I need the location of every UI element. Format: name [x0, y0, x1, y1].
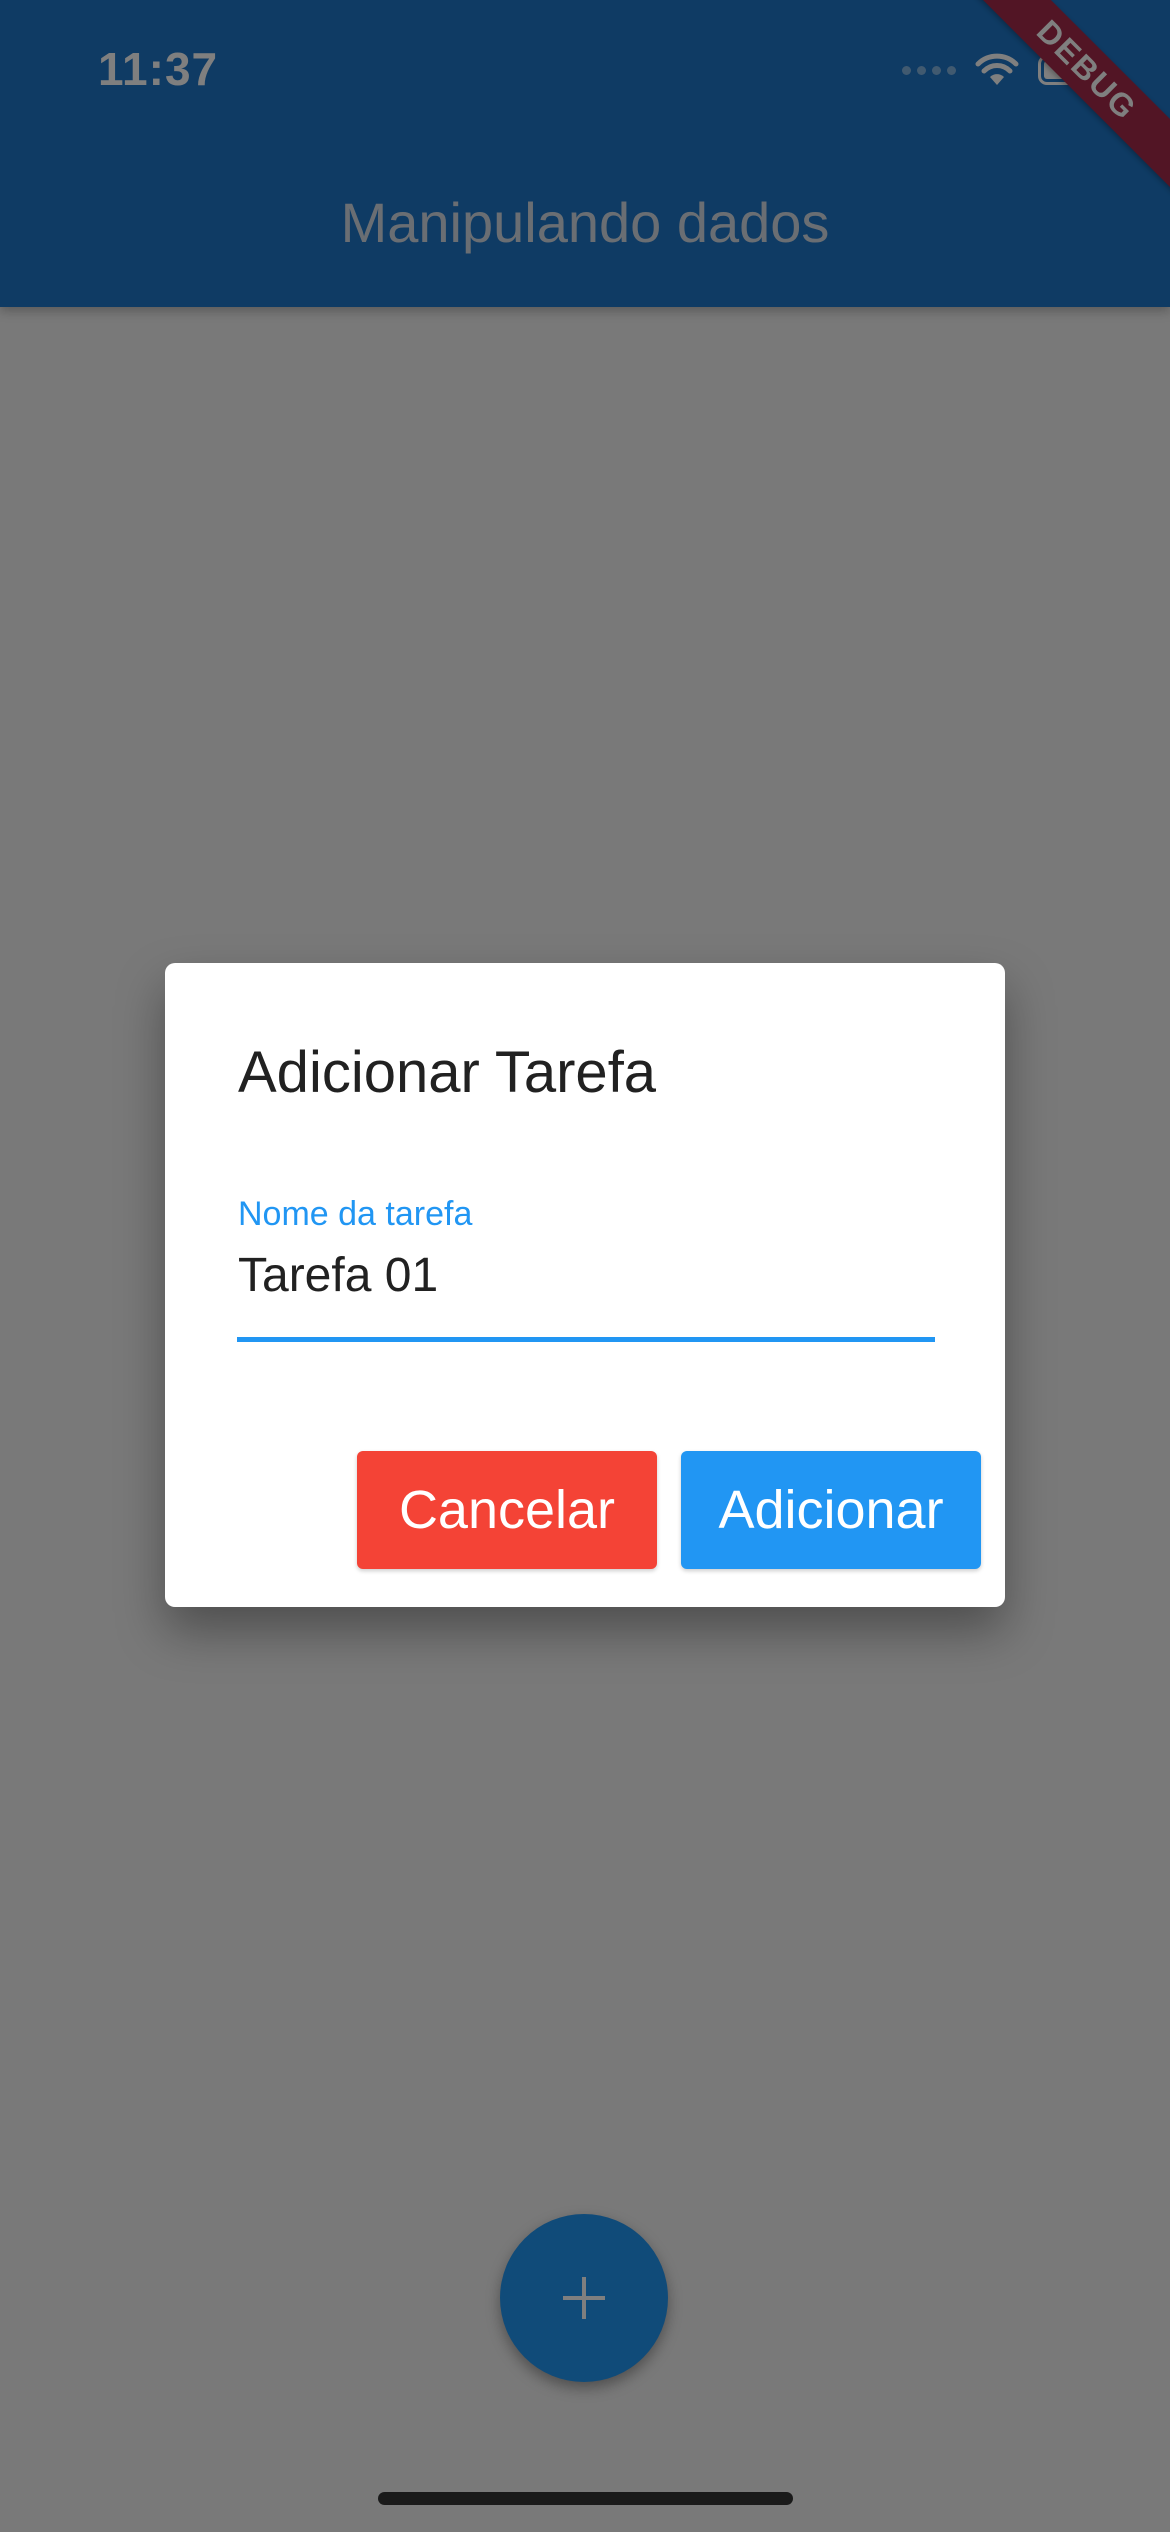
add-task-dialog: Adicionar Tarefa Nome da tarefa Cancelar… — [165, 963, 1005, 1607]
add-button[interactable]: Adicionar — [681, 1451, 981, 1569]
task-name-label: Nome da tarefa — [238, 1195, 473, 1233]
task-name-input[interactable] — [238, 1245, 934, 1305]
task-name-underline — [237, 1337, 935, 1342]
cancel-button[interactable]: Cancelar — [357, 1451, 657, 1569]
dialog-title: Adicionar Tarefa — [238, 1040, 657, 1105]
home-indicator — [378, 2492, 793, 2505]
app-screen: 11:37 Manipulando dados DEBUG Adicionar … — [0, 0, 1170, 2532]
